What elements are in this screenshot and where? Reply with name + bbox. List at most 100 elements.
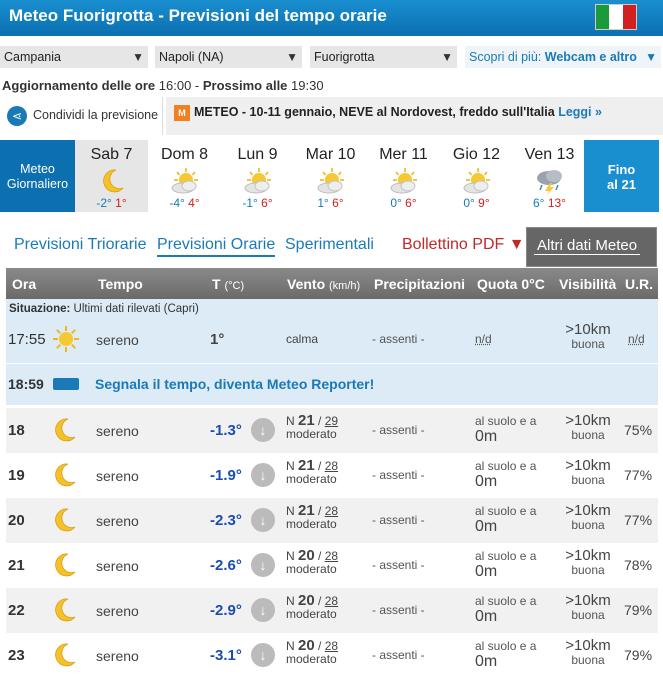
row-wind-label: moderato [286,607,337,621]
tab-bollettino-pdf[interactable]: Bollettino PDF ▼ [402,236,525,254]
row-quota-label: al suolo e a [475,549,536,563]
day-tab-1[interactable]: Dom 8 -4° 4° [148,140,221,212]
row-quota-value: 0m [475,563,497,580]
col-tempo: Tempo [98,276,143,292]
row-ur: 79% [624,602,652,618]
until-21-label-line2: al 21 [584,177,659,192]
row-hour: 18 [8,422,25,439]
moon-icon [50,461,78,492]
region-select-value: Campania [4,50,61,64]
day-max-temp: 6° [332,196,343,210]
col-ora: Ora [12,276,36,292]
row-temp: -2.6° [210,557,242,574]
row-wind-gust: 28 [325,549,338,563]
row-quota-label: al suolo e a [475,639,536,653]
row-ur: 77% [624,512,652,528]
row-wind-dir: N [286,549,295,563]
situation-ur: n/d [628,332,645,346]
tab-altri-dati-meteo-label: Altri dati Meteo [534,237,640,255]
news-banner[interactable]: M METEO - 10-11 gennaio, NEVE al Nordove… [166,97,663,135]
row-quota-label: al suolo e a [475,594,536,608]
reporter-row[interactable]: 18:59 Segnala il tempo, diventa Meteo Re… [6,363,658,405]
day-tab-5[interactable]: Gio 12 0° 9° [440,140,513,212]
tab-sperimentali[interactable]: Sperimentali [285,236,374,254]
day-min-temp: 0° [390,196,401,210]
col-temperatura: T (°C) [212,276,244,292]
day-max-temp: 6° [405,196,416,210]
row-temp: -3.1° [210,647,242,664]
row-wind-dir: N [286,414,295,428]
moon-icon [50,416,78,447]
day-name: Gio 12 [440,146,513,164]
share-button[interactable]: ⋖ Condividi la previsione [0,97,163,135]
row-prec: - assenti - [372,513,425,527]
more-select-prefix: Scopri di più: [469,50,541,64]
day-tab-3[interactable]: Mar 10 1° 6° [294,140,367,212]
tab-altri-dati-meteo[interactable]: Altri dati Meteo [526,227,657,267]
province-select-value: Napoli (NA) [159,50,224,64]
row-prec: - assenti - [372,603,425,617]
row-quota-label: al suolo e a [475,504,536,518]
locality-select[interactable]: Fuorigrotta ▼ [310,46,457,68]
more-select[interactable]: Scopri di più: Webcam e altro ▼ [465,46,661,68]
row-vis: >10km [563,639,613,653]
day-tab-6[interactable]: Ven 13 6° 13° [513,140,586,212]
update-separator: - [191,78,203,93]
row-wind-dir: N [286,459,295,473]
reporter-link[interactable]: Segnala il tempo, diventa Meteo Reporter… [95,376,374,392]
day-name: Mar 10 [294,146,367,164]
situation-quota: n/d [475,332,492,346]
day-name: Dom 8 [148,146,221,164]
share-label: Condividi la previsione [33,108,158,122]
province-select[interactable]: Napoli (NA) ▼ [155,46,302,68]
flag-marker-icon [53,378,79,390]
row-sky: sereno [96,603,139,619]
row-vis: >10km [563,549,613,563]
row-hour: 19 [8,467,25,484]
row-wind-label: moderato [286,517,337,531]
row-wind-gust: 28 [325,459,338,473]
until-21-button[interactable]: Fino al 21 [584,140,659,212]
situation-temp: 1° [210,331,224,348]
row-sky: sereno [96,468,139,484]
col-precipitazioni: Precipitazioni [374,276,465,292]
tab-previsioni-triorarie[interactable]: Previsioni Triorarie [14,236,146,254]
sun-icon [52,325,80,356]
row-prec: - assenti - [372,423,425,437]
row-quota-value: 0m [475,428,497,445]
day-tab-2[interactable]: Lun 9 -1° 6° [221,140,294,212]
day-min-temp: 1° [317,196,328,210]
row-quota-label: al suolo e a [475,414,536,428]
news-badge-icon: M [174,105,190,121]
day-max-temp: 6° [261,196,272,210]
row-wind-dir: N [286,594,295,608]
chevron-down-icon: ▼ [441,50,453,64]
table-row: 22 sereno -2.9° ↓ N 20 / 28 moderato - assenti… [6,588,658,633]
more-select-value: Webcam e altro [545,50,637,64]
day-tab-4[interactable]: Mer 11 0° 6° [367,140,440,212]
situation-data: 17:55 sereno 1° calma - assenti - n/d >1… [6,317,658,362]
situation-hour: 17:55 [8,331,46,348]
table-row: 23 sereno -3.1° ↓ N 20 / 28 moderato - assenti… [6,633,658,678]
row-hour: 21 [8,557,25,574]
day-min-temp: 6° [533,196,544,210]
day-min-temp: -1° [242,196,257,210]
row-prec: - assenti - [372,558,425,572]
daily-forecast-button[interactable]: Meteo Giornaliero [0,140,75,212]
row-quota-value: 0m [475,653,497,670]
row-vis-quality: buona [571,518,604,532]
region-select[interactable]: Campania ▼ [0,46,148,68]
moon-icon [50,506,78,537]
storm-cloud-icon [513,166,586,196]
row-wind-gust: 29 [325,414,338,428]
news-read-link[interactable]: Leggi » [558,105,602,119]
row-vis: >10km [563,459,613,473]
chevron-down-icon: ▼ [286,50,298,64]
table-row: 18 sereno -1.3° ↓ N 21 / 29 moderato - assenti… [6,408,658,453]
day-tab-0[interactable]: Sab 7 -2° 1° [75,140,148,212]
day-max-temp: 4° [188,196,199,210]
row-prec: - assenti - [372,648,425,662]
sun-cloud-icon [148,166,221,196]
tab-previsioni-orarie[interactable]: Previsioni Orarie [157,236,275,257]
day-name: Mer 11 [367,146,440,164]
